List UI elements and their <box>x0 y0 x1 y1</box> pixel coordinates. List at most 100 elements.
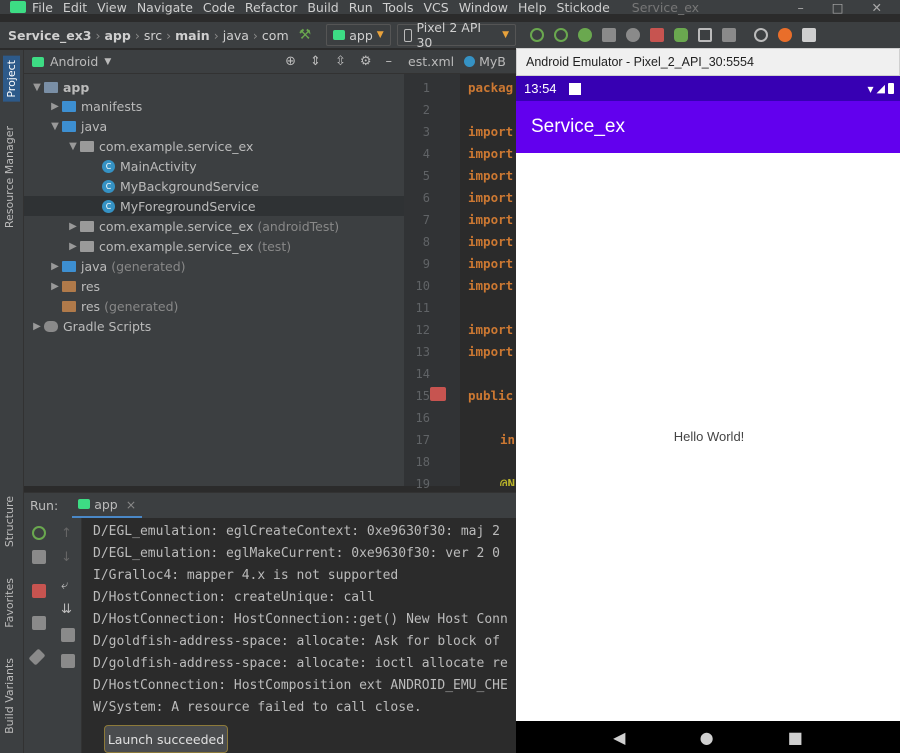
menu-code[interactable]: Code <box>203 1 235 14</box>
close-tab-icon[interactable]: × <box>126 497 136 512</box>
trash-icon[interactable] <box>61 654 75 668</box>
collapse-all-icon[interactable]: ⇳ <box>335 54 346 69</box>
chevron-down-icon[interactable]: ▼ <box>104 57 111 67</box>
chevron-right-icon[interactable]: ▶ <box>66 241 80 252</box>
package-icon <box>80 240 94 252</box>
android-icon <box>333 30 346 40</box>
breadcrumb-src[interactable]: src <box>144 28 162 43</box>
pin-icon[interactable] <box>28 648 46 666</box>
update-icon[interactable] <box>778 28 792 42</box>
wrench-icon[interactable] <box>32 550 46 564</box>
minimize-button[interactable]: – <box>797 0 803 15</box>
build-variants-tab[interactable]: Build Variants <box>3 658 16 734</box>
chevron-down-icon[interactable]: ▼ <box>48 121 62 132</box>
device-select[interactable]: Pixel 2 API 30 ▼ <box>396 20 516 50</box>
profile-icon[interactable] <box>602 28 616 42</box>
tree-node-myforegroundservice[interactable]: C MyForegroundService <box>24 196 404 216</box>
tree-node-java[interactable]: ▼ java <box>48 116 107 136</box>
breadcrumb-app[interactable]: app <box>104 28 130 43</box>
menu-tools[interactable]: Tools <box>383 1 414 14</box>
menu-navigate[interactable]: Navigate <box>137 1 193 14</box>
stop-icon[interactable] <box>32 584 46 598</box>
hello-world-text: Hello World! <box>673 429 745 444</box>
breadcrumb-com[interactable]: com <box>262 28 289 43</box>
arrow-down-icon[interactable]: ↓ <box>61 550 75 565</box>
tree-node-mainactivity[interactable]: C MainActivity <box>102 156 197 176</box>
chevron-right-icon[interactable]: ▶ <box>48 101 62 112</box>
run-tab-app[interactable]: app × <box>72 493 143 519</box>
console-output[interactable]: D/EGL_emulation: eglCreateContext: 0xe96… <box>82 518 516 753</box>
home-button[interactable]: ● <box>700 728 714 747</box>
editor-tab-xml[interactable]: est.xml <box>408 54 454 69</box>
user-icon[interactable] <box>802 28 816 42</box>
breadcrumb-main[interactable]: main <box>175 28 210 43</box>
menu-build[interactable]: Build <box>307 1 338 14</box>
sdk-manager-icon[interactable] <box>722 28 736 42</box>
apply-changes-icon[interactable] <box>530 28 544 42</box>
avd-manager-icon[interactable] <box>698 28 712 42</box>
maximize-button[interactable]: □ <box>832 0 844 15</box>
menu-vcs[interactable]: VCS <box>424 1 449 14</box>
menu-view[interactable]: View <box>97 1 127 14</box>
tree-node-java-generated[interactable]: ▶ java (generated) <box>48 256 185 276</box>
module-folder-icon <box>44 81 58 93</box>
attach-debugger-icon[interactable] <box>626 28 640 42</box>
tree-node-package-androidtest[interactable]: ▶ com.example.service_ex (androidTest) <box>66 216 339 236</box>
debug-icon[interactable] <box>578 28 592 42</box>
chevron-down-icon[interactable]: ▼ <box>66 141 80 152</box>
menu-run[interactable]: Run <box>349 1 373 14</box>
tree-node-app[interactable]: ▼ app <box>30 77 89 97</box>
project-view-select[interactable]: Android <box>50 54 98 69</box>
menu-help[interactable]: Help <box>518 1 547 14</box>
chevron-right-icon[interactable]: ▶ <box>48 281 62 292</box>
layout-icon[interactable] <box>32 616 46 630</box>
menu-window[interactable]: Window <box>459 1 508 14</box>
menu-edit[interactable]: Edit <box>63 1 87 14</box>
close-window-button[interactable]: ✕ <box>872 0 882 15</box>
rerun-icon[interactable] <box>32 526 46 540</box>
chevron-right-icon[interactable]: ▶ <box>48 261 62 272</box>
scroll-to-end-icon[interactable]: ⇊ <box>61 602 75 617</box>
back-button[interactable]: ◀ <box>613 728 625 747</box>
phone-icon <box>403 28 413 42</box>
chevron-down-icon[interactable]: ▼ <box>30 82 44 93</box>
locate-icon[interactable]: ⊕ <box>285 54 296 69</box>
tree-node-gradle-scripts[interactable]: ▶ Gradle Scripts <box>30 316 151 336</box>
recents-button[interactable]: ■ <box>788 728 803 747</box>
arrow-up-icon[interactable]: ↑ <box>61 526 75 541</box>
apply-code-changes-icon[interactable] <box>554 28 568 42</box>
chevron-right-icon[interactable]: ▶ <box>30 321 44 332</box>
menu-file[interactable]: File <box>32 1 53 14</box>
hammer-icon[interactable]: ⚒ <box>299 28 313 42</box>
search-icon[interactable] <box>754 28 768 42</box>
menu-refactor[interactable]: Refactor <box>245 1 297 14</box>
chevron-right-icon[interactable]: ▶ <box>66 221 80 232</box>
menu-stickode[interactable]: Stickode <box>557 1 610 14</box>
tree-node-res[interactable]: ▶ res <box>48 276 100 296</box>
tree-node-manifests[interactable]: ▶ manifests <box>48 96 142 116</box>
settings-gear-icon[interactable]: ⚙ <box>360 54 372 69</box>
run-config-label: app <box>349 27 373 43</box>
run-config-select[interactable]: app ▼ <box>326 24 391 46</box>
resource-manager-tab[interactable]: Resource Manager <box>3 126 16 228</box>
print-icon[interactable] <box>61 628 75 642</box>
tree-node-package[interactable]: ▼ com.example.service_ex <box>66 136 253 156</box>
class-icon: C <box>102 179 115 193</box>
sync-gradle-icon[interactable] <box>674 28 688 42</box>
favorites-tab[interactable]: Favorites <box>3 578 16 628</box>
structure-tab[interactable]: Structure <box>3 496 16 547</box>
project-tool-tab[interactable]: Project <box>3 56 20 102</box>
code-editor[interactable]: packag import import import import impor… <box>460 74 516 486</box>
tree-node-res-generated[interactable]: res (generated) <box>62 296 178 316</box>
breadcrumb-project[interactable]: Service_ex3 <box>8 28 91 43</box>
editor-tab-java[interactable]: MyB <box>464 54 506 69</box>
tree-node-package-test[interactable]: ▶ com.example.service_ex (test) <box>66 236 291 256</box>
run-panel-label: Run: <box>30 498 59 513</box>
expand-all-icon[interactable]: ⇕ <box>310 54 321 69</box>
service-gutter-icon[interactable] <box>430 387 446 401</box>
hide-panel-icon[interactable]: – <box>386 54 393 69</box>
stop-icon[interactable] <box>650 28 664 42</box>
tree-node-mybackgroundservice[interactable]: C MyBackgroundService <box>102 176 259 196</box>
breadcrumb-java[interactable]: java <box>223 28 249 43</box>
soft-wrap-icon[interactable]: ⤶ <box>61 578 75 593</box>
